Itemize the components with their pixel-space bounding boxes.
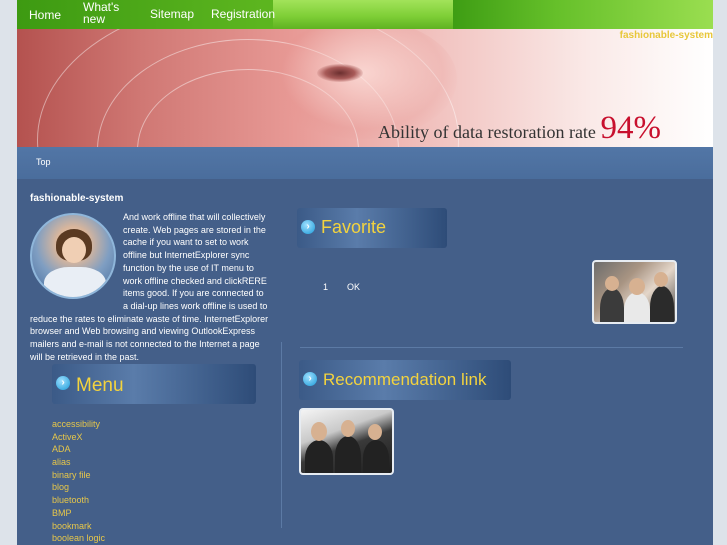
photo-head [629, 278, 645, 295]
chevron-right-icon: › [56, 376, 70, 390]
favorite-heading-banner: › Favorite [297, 208, 447, 248]
section-divider [300, 347, 683, 348]
recommendation-heading-banner: › Recommendation link [299, 360, 511, 400]
photo-person [650, 286, 674, 322]
header-banner: fashionable-system Ability of data resto… [17, 29, 713, 147]
list-item: alias [52, 452, 105, 467]
photo-person [305, 440, 333, 473]
nav-home-link[interactable]: Home [29, 9, 61, 21]
nav-sitemap-link[interactable]: Sitemap [150, 8, 194, 20]
photo-head [311, 422, 327, 441]
site-tag: fashionable-system [619, 30, 713, 41]
favorite-ok-link[interactable]: OK [347, 282, 360, 292]
photo-person [363, 440, 389, 473]
photo-head [341, 420, 355, 437]
recommendation-photo[interactable] [299, 408, 394, 475]
banner-eye-image [317, 64, 363, 82]
list-item: bluetooth [52, 490, 105, 505]
chevron-right-icon: › [301, 220, 315, 234]
photo-head [654, 272, 668, 287]
list-item: binary file [52, 465, 105, 480]
breadcrumb: Top [17, 147, 713, 179]
chevron-right-icon: › [303, 372, 317, 386]
menu-heading-banner: › Menu [52, 364, 256, 404]
menu-list: accessibility ActiveX ADA alias binary f… [52, 414, 105, 545]
favorite-number-link[interactable]: 1 [323, 282, 328, 292]
intro-text-block: And work offline that will collectively … [30, 211, 270, 363]
banner-caption: Ability of data restoration rate 94% [378, 110, 661, 147]
photo-person [335, 436, 361, 473]
left-title: fashionable-system [30, 193, 124, 204]
photo-person [624, 292, 650, 322]
avatar [30, 213, 116, 299]
list-item: bookmark [52, 516, 105, 531]
breadcrumb-top-link[interactable]: Top [36, 157, 51, 167]
list-item: boolean logic [52, 528, 105, 543]
favorite-heading: Favorite [321, 217, 387, 237]
page-frame: Home What's new Sitemap Registration fas… [17, 0, 713, 545]
menu-heading: Menu [76, 375, 124, 396]
avatar-body [44, 267, 106, 297]
recommendation-heading: Recommendation link [323, 370, 487, 389]
banner-caption-text: Ability of data restoration rate [378, 122, 596, 142]
avatar-face [62, 237, 86, 263]
nav-whats-new-link[interactable]: What's new [83, 1, 133, 25]
photo-person [600, 288, 624, 322]
photo-head [605, 276, 619, 291]
nav-registration-link[interactable]: Registration [211, 8, 275, 20]
photo-head [368, 424, 382, 440]
nav-strip-gradient [453, 0, 713, 29]
list-item: accessibility [52, 414, 105, 429]
top-nav: Home What's new Sitemap Registration [17, 0, 713, 29]
banner-percent: 94% [600, 110, 661, 146]
favorite-photo[interactable] [592, 260, 677, 324]
column-divider [281, 342, 282, 528]
